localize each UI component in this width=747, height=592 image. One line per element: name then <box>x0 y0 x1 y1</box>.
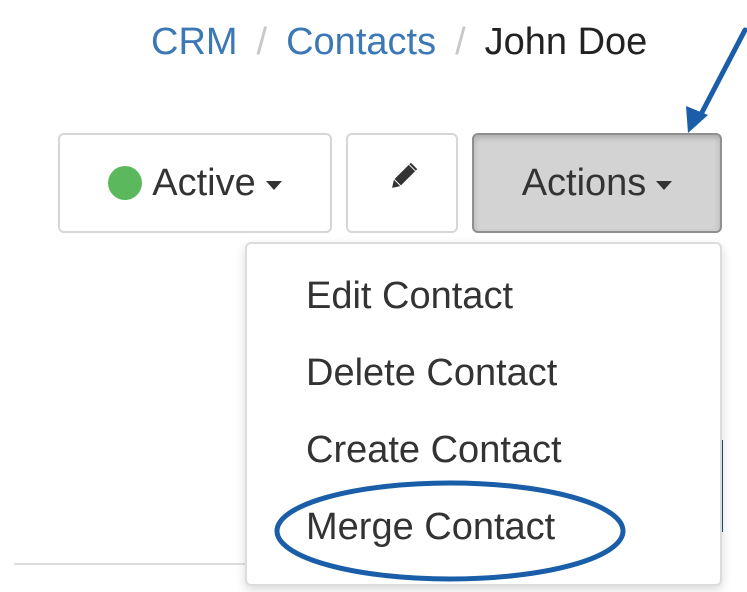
divider <box>14 563 246 565</box>
caret-down-icon <box>265 180 282 190</box>
actions-dropdown-menu: Edit Contact Delete Contact Create Conta… <box>245 242 722 586</box>
edit-button[interactable] <box>346 133 458 233</box>
menu-item-create-contact[interactable]: Create Contact <box>247 422 720 499</box>
caret-down-icon <box>656 180 673 190</box>
menu-item-delete-contact[interactable]: Delete Contact <box>247 345 720 422</box>
status-indicator-dot <box>108 166 143 200</box>
breadcrumb-current: John Doe <box>484 21 648 63</box>
actions-dropdown-button[interactable]: Actions <box>472 133 722 233</box>
page: CRM / Contacts / John Doe Active Actions Edi… <box>0 0 747 592</box>
breadcrumb-separator: / <box>455 21 466 63</box>
breadcrumb-link-contacts[interactable]: Contacts <box>286 21 436 63</box>
status-dropdown-button[interactable]: Active <box>58 133 332 233</box>
breadcrumb-link-crm[interactable]: CRM <box>151 21 238 63</box>
menu-item-edit-contact[interactable]: Edit Contact <box>247 268 720 345</box>
menu-item-merge-contact[interactable]: Merge Contact <box>247 499 720 576</box>
breadcrumb-separator: / <box>256 21 268 63</box>
annotation-arrow <box>686 27 747 133</box>
actions-label: Actions <box>521 161 647 204</box>
breadcrumb: CRM / Contacts / John Doe <box>151 17 647 67</box>
status-label: Active <box>152 161 256 204</box>
pencil-icon <box>385 161 419 205</box>
